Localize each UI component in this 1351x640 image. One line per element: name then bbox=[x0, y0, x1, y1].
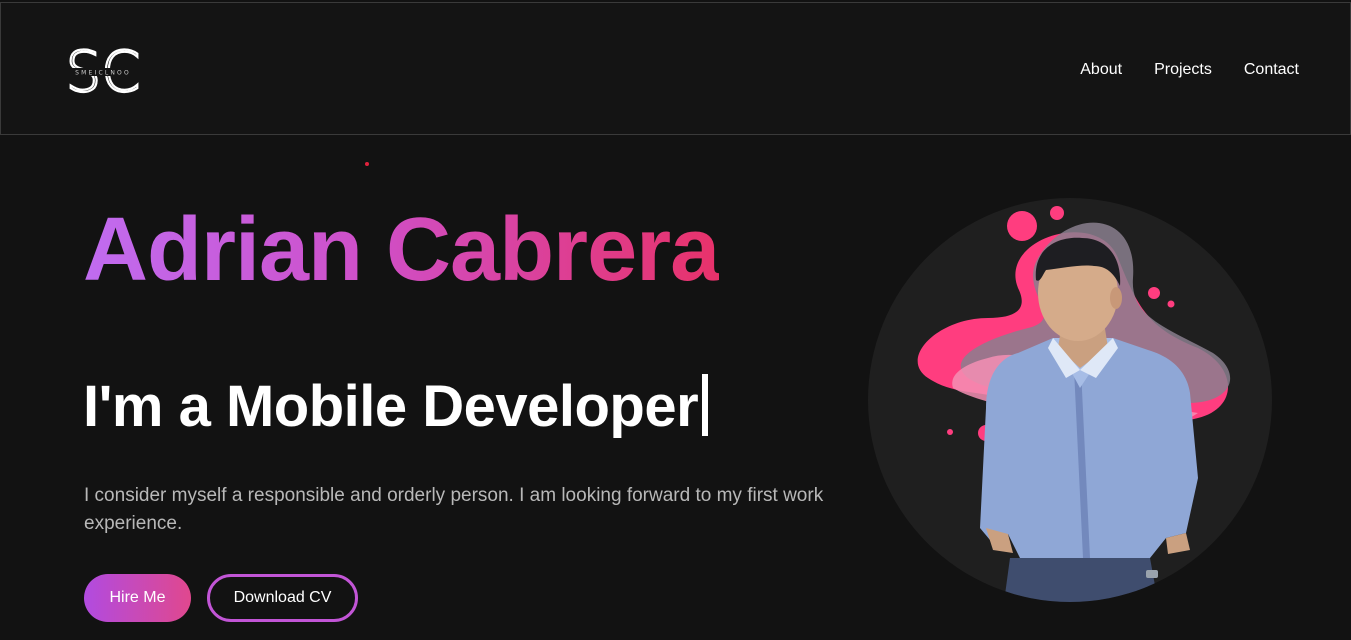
navbar: SC SMEICLNOO About Projects Contact bbox=[0, 2, 1351, 135]
nav-menu: About Projects Contact bbox=[1080, 61, 1299, 79]
hero-role-text: I'm a Mobile Developer bbox=[83, 374, 699, 439]
hero-role: I'm a Mobile Developer bbox=[83, 372, 709, 442]
hero-description: I consider myself a responsible and orde… bbox=[84, 485, 824, 534]
decorative-dot bbox=[365, 162, 369, 166]
profile-photo bbox=[917, 206, 1231, 602]
profile-avatar bbox=[868, 198, 1272, 602]
nav-link-projects[interactable]: Projects bbox=[1154, 61, 1212, 79]
logo-subtext: SMEICLNOO bbox=[75, 70, 131, 77]
download-cv-button[interactable]: Download CV bbox=[207, 574, 358, 622]
nav-link-about[interactable]: About bbox=[1080, 61, 1122, 79]
hire-me-button[interactable]: Hire Me bbox=[84, 574, 191, 622]
nav-link-contact[interactable]: Contact bbox=[1244, 61, 1299, 79]
hero-name: Adrian Cabrera bbox=[83, 196, 720, 304]
typing-cursor bbox=[702, 374, 709, 436]
logo[interactable]: SC SMEICLNOO bbox=[57, 43, 149, 99]
